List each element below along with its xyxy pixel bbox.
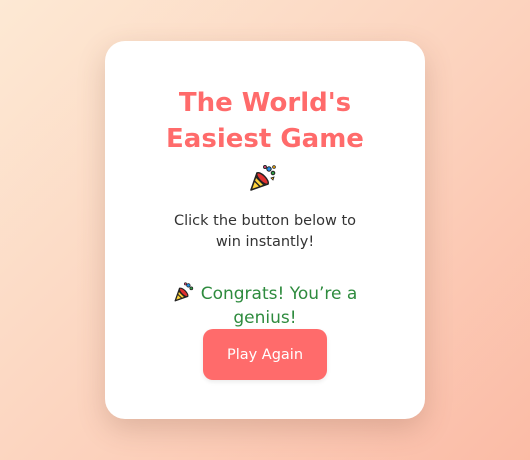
game-title: The World's Easiest Game	[166, 88, 364, 154]
win-message: Congrats! You’re a genius!	[145, 281, 385, 330]
party-popper-icon	[173, 281, 195, 303]
game-card: The World's Easiest Game Click the butto…	[105, 41, 425, 419]
play-again-button[interactable]: Play Again	[203, 329, 327, 380]
game-instructions: Click the button below to win instantly!	[173, 213, 357, 250]
party-popper-icon	[248, 163, 278, 193]
win-message-text: Congrats! You’re a genius!	[200, 284, 358, 328]
